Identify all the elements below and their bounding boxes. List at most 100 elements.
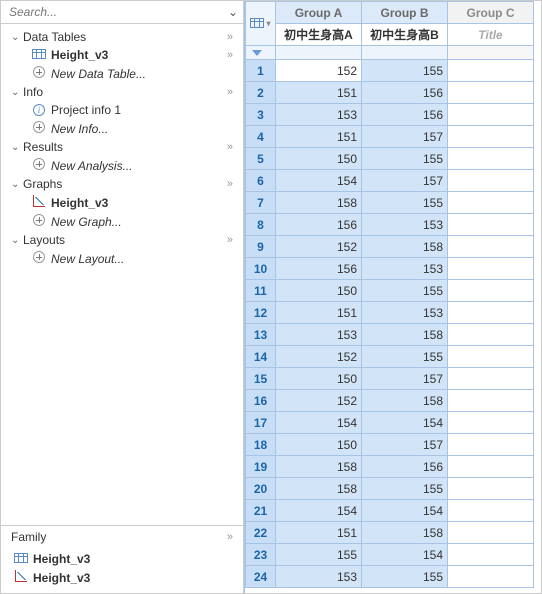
cell-a[interactable]: 151 (276, 126, 362, 148)
cell-b[interactable]: 155 (362, 478, 448, 500)
cell-b[interactable]: 154 (362, 544, 448, 566)
chevron-right-icon[interactable]: » (227, 531, 239, 543)
cell-b[interactable]: 156 (362, 456, 448, 478)
grid-corner[interactable]: ▾ (246, 2, 276, 46)
table-row[interactable]: 2151156 (246, 82, 534, 104)
row-header[interactable]: 3 (246, 104, 276, 126)
cell-b[interactable]: 157 (362, 434, 448, 456)
data-grid[interactable]: ▾ Group A Group B Group C 初中生身高A 初中生身高B … (244, 1, 541, 593)
cell-a[interactable]: 158 (276, 192, 362, 214)
cell-b[interactable]: 153 (362, 258, 448, 280)
chevron-right-icon[interactable]: » (227, 141, 239, 153)
col-subheader-a[interactable]: 初中生身高A (276, 24, 362, 46)
cell-b[interactable]: 158 (362, 236, 448, 258)
nav-item-data-table[interactable]: Height_v3 » (1, 46, 243, 64)
cell-a[interactable]: 155 (276, 544, 362, 566)
table-row[interactable]: 23155154 (246, 544, 534, 566)
nav-item-new-layout[interactable]: New Layout... (1, 249, 243, 268)
table-row[interactable]: 11150155 (246, 280, 534, 302)
cell-c[interactable] (448, 82, 534, 104)
row-header[interactable]: 19 (246, 456, 276, 478)
col-header-c[interactable]: Group C (448, 2, 534, 24)
cell-a[interactable]: 151 (276, 522, 362, 544)
col-header-b[interactable]: Group B (362, 2, 448, 24)
cell-b[interactable]: 157 (362, 126, 448, 148)
cell-a[interactable]: 150 (276, 148, 362, 170)
cell-b[interactable]: 155 (362, 148, 448, 170)
cell-a[interactable]: 150 (276, 280, 362, 302)
cell-a[interactable]: 150 (276, 368, 362, 390)
table-row[interactable]: 12151153 (246, 302, 534, 324)
row-header[interactable]: 13 (246, 324, 276, 346)
table-row[interactable]: 20158155 (246, 478, 534, 500)
cell-c[interactable] (448, 324, 534, 346)
nav-item-new-data-table[interactable]: New Data Table... (1, 64, 243, 83)
cell-b[interactable]: 158 (362, 324, 448, 346)
table-row[interactable]: 15150157 (246, 368, 534, 390)
row-header[interactable]: 20 (246, 478, 276, 500)
nav-item-info[interactable]: i Project info 1 (1, 101, 243, 119)
col-subheader-b[interactable]: 初中生身高B (362, 24, 448, 46)
data-table[interactable]: ▾ Group A Group B Group C 初中生身高A 初中生身高B … (245, 1, 534, 588)
cell-a[interactable]: 150 (276, 434, 362, 456)
cell-a[interactable]: 152 (276, 390, 362, 412)
table-row[interactable]: 24153155 (246, 566, 534, 588)
nav-item-new-analysis[interactable]: New Analysis... (1, 156, 243, 175)
cell-a[interactable]: 151 (276, 302, 362, 324)
table-row[interactable]: 1152155 (246, 60, 534, 82)
family-item[interactable]: Height_v3 (1, 550, 243, 568)
cell-a[interactable]: 158 (276, 456, 362, 478)
section-graphs[interactable]: ⌄ Graphs » (1, 175, 243, 193)
search-input[interactable] (3, 3, 225, 21)
cell-a[interactable]: 151 (276, 82, 362, 104)
table-row[interactable]: 8156153 (246, 214, 534, 236)
cell-a[interactable]: 154 (276, 170, 362, 192)
cell-a[interactable]: 153 (276, 324, 362, 346)
cell-a[interactable]: 158 (276, 478, 362, 500)
cell-a[interactable]: 156 (276, 214, 362, 236)
cell-c[interactable] (448, 236, 534, 258)
row-header[interactable]: 16 (246, 390, 276, 412)
table-row[interactable]: 6154157 (246, 170, 534, 192)
table-row[interactable]: 13153158 (246, 324, 534, 346)
chevron-right-icon[interactable]: » (227, 31, 239, 43)
cell-b[interactable]: 158 (362, 522, 448, 544)
cell-b[interactable]: 158 (362, 390, 448, 412)
section-data-tables[interactable]: ⌄ Data Tables » (1, 28, 243, 46)
cell-b[interactable]: 157 (362, 368, 448, 390)
row-header[interactable]: 8 (246, 214, 276, 236)
family-header[interactable]: Family » (1, 525, 243, 548)
sort-corner[interactable] (246, 46, 276, 60)
cell-c[interactable] (448, 456, 534, 478)
cell-c[interactable] (448, 104, 534, 126)
section-layouts[interactable]: ⌄ Layouts » (1, 231, 243, 249)
row-header[interactable]: 4 (246, 126, 276, 148)
cell-c[interactable] (448, 544, 534, 566)
chevron-right-icon[interactable]: » (227, 86, 239, 98)
table-row[interactable]: 17154154 (246, 412, 534, 434)
cell-c[interactable] (448, 302, 534, 324)
row-header[interactable]: 6 (246, 170, 276, 192)
cell-a[interactable]: 153 (276, 104, 362, 126)
family-item[interactable]: Height_v3 (1, 568, 243, 587)
row-header[interactable]: 12 (246, 302, 276, 324)
chevron-down-icon[interactable]: ⌄ (225, 5, 241, 19)
section-results[interactable]: ⌄ Results » (1, 138, 243, 156)
cell-c[interactable] (448, 434, 534, 456)
cell-c[interactable] (448, 60, 534, 82)
row-header[interactable]: 9 (246, 236, 276, 258)
col-subheader-c[interactable]: Title (448, 24, 534, 46)
cell-a[interactable]: 152 (276, 60, 362, 82)
chevron-right-icon[interactable]: » (227, 49, 239, 61)
row-header[interactable]: 14 (246, 346, 276, 368)
cell-a[interactable]: 156 (276, 258, 362, 280)
section-info[interactable]: ⌄ Info » (1, 83, 243, 101)
search-box[interactable]: ⌄ (1, 1, 243, 24)
chevron-right-icon[interactable]: » (227, 178, 239, 190)
cell-c[interactable] (448, 566, 534, 588)
cell-c[interactable] (448, 412, 534, 434)
row-header[interactable]: 1 (246, 60, 276, 82)
row-header[interactable]: 5 (246, 148, 276, 170)
cell-c[interactable] (448, 390, 534, 412)
table-row[interactable]: 7158155 (246, 192, 534, 214)
